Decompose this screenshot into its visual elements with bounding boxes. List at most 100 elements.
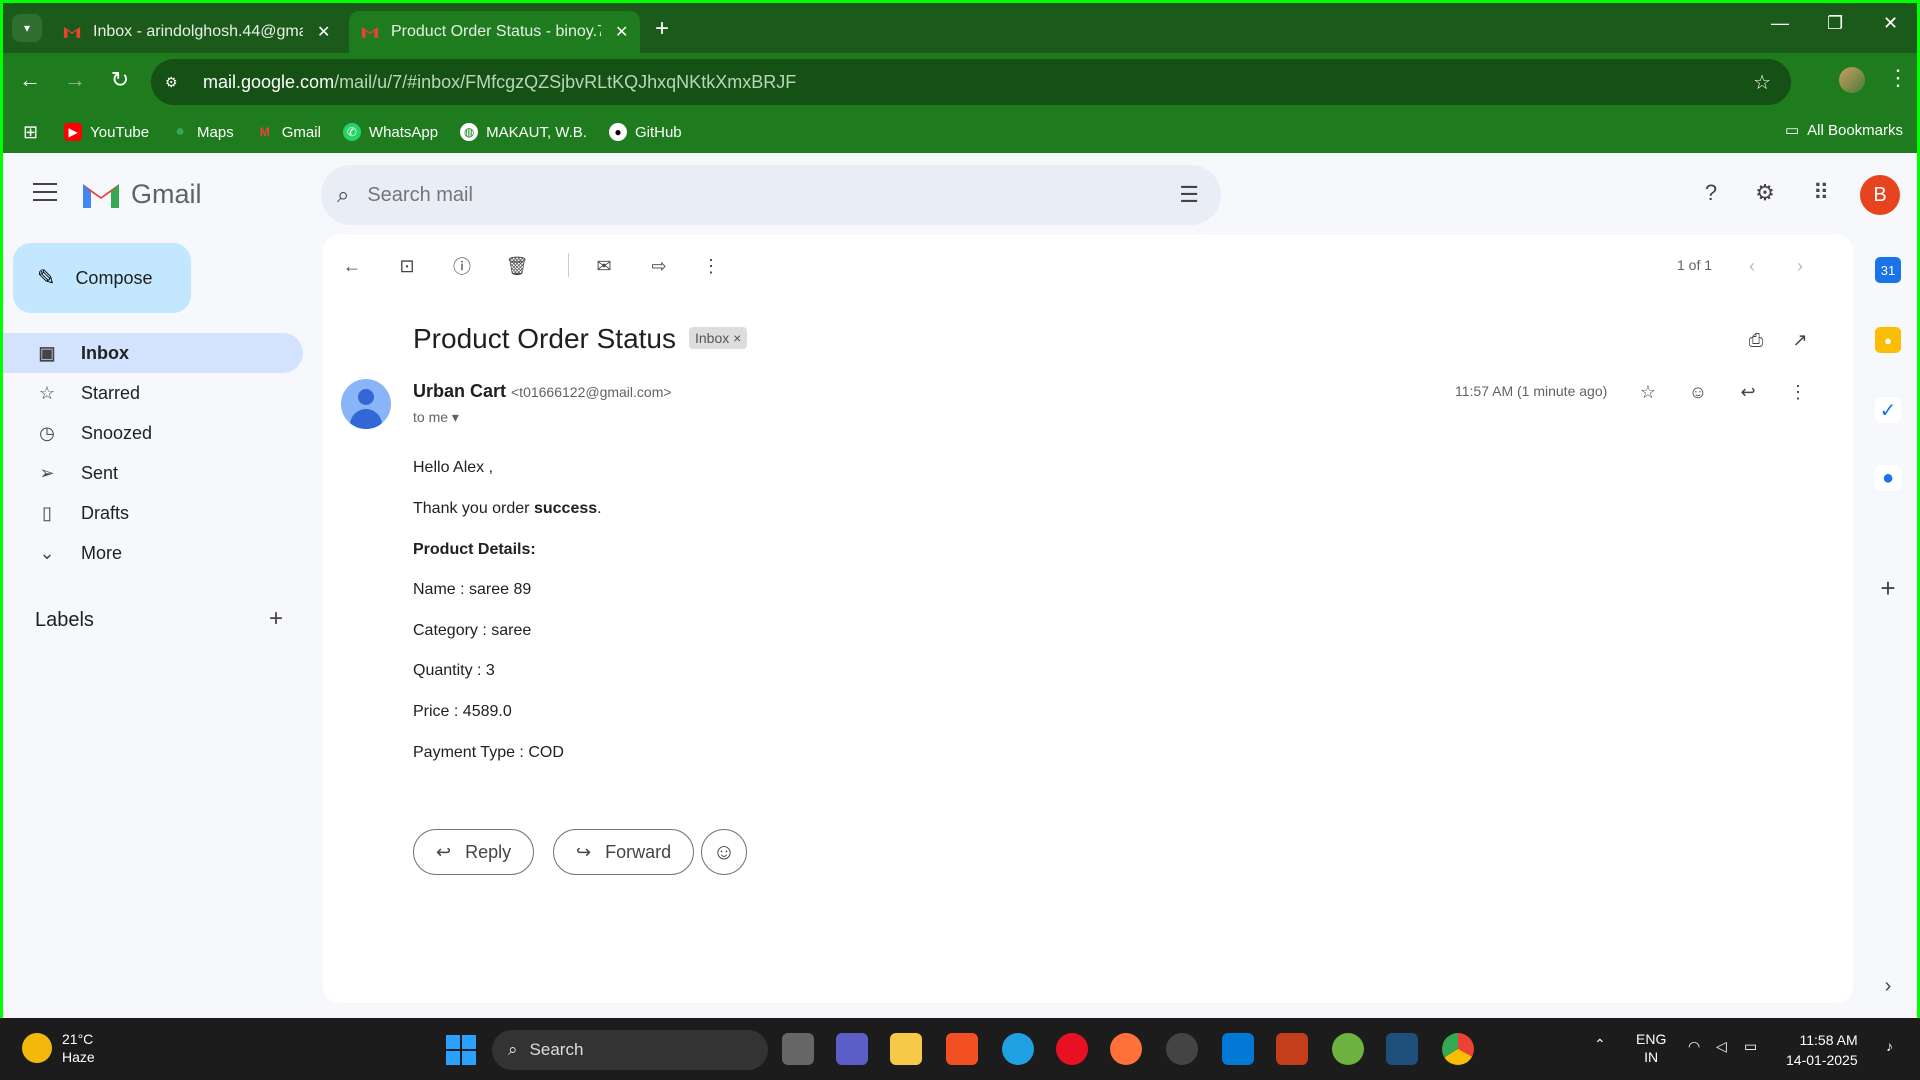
tab-bar: ▾ Inbox - arindolghosh.44@gmail ✕ Produc…: [3, 3, 1917, 53]
minimize-icon[interactable]: —: [1771, 13, 1789, 34]
recipient-details[interactable]: to me ▾: [413, 409, 459, 426]
wifi-icon[interactable]: ◠: [1688, 1038, 1700, 1055]
sidebar-item-starred[interactable]: ☆ Starred: [3, 373, 303, 413]
star-icon[interactable]: ☆: [1633, 377, 1663, 407]
file-explorer-icon[interactable]: [890, 1033, 922, 1065]
powerpoint-icon[interactable]: [1276, 1033, 1308, 1065]
add-label-icon[interactable]: +: [269, 605, 283, 633]
main-menu-icon[interactable]: [33, 183, 57, 207]
tab-product-order[interactable]: Product Order Status - binoy.78 ✕: [349, 11, 641, 53]
gmail-logo[interactable]: Gmail: [81, 179, 202, 210]
search-icon[interactable]: ⌕: [337, 182, 349, 208]
address-bar[interactable]: ⚙ mail.google.com/mail/u/7/#inbox/FMfcgz…: [151, 59, 1791, 105]
language-indicator[interactable]: ENG IN: [1636, 1030, 1666, 1066]
reply-icon[interactable]: ↩: [1733, 377, 1763, 407]
apps-grid-icon[interactable]: ⊞: [23, 122, 38, 143]
battery-icon[interactable]: ▭: [1744, 1038, 1757, 1055]
emoji-reaction-icon[interactable]: ☺: [1683, 377, 1713, 407]
move-to-icon[interactable]: ⇨: [644, 251, 674, 281]
chrome-menu-icon[interactable]: ⋮: [1887, 65, 1909, 91]
microsoft-store-icon[interactable]: [946, 1033, 978, 1065]
chevron-up-icon[interactable]: ⌃: [1594, 1036, 1606, 1053]
more-options-icon[interactable]: ⋮: [1783, 377, 1813, 407]
settings-gear-icon[interactable]: ⚙: [1749, 177, 1781, 209]
remove-label-icon[interactable]: ×: [733, 330, 741, 346]
weather-widget[interactable]: 21°C Haze: [22, 1030, 95, 1066]
reply-icon: ↩: [436, 841, 452, 862]
edge-icon[interactable]: [1002, 1033, 1034, 1065]
email-greeting: Hello Alex ,: [413, 459, 494, 476]
all-bookmarks[interactable]: ▭ All Bookmarks: [1785, 121, 1903, 140]
older-icon[interactable]: ›: [1785, 251, 1815, 281]
forward-icon[interactable]: →: [60, 67, 90, 93]
bookmark-maps[interactable]: ● Maps: [171, 123, 234, 141]
mysql-workbench-icon[interactable]: [1386, 1033, 1418, 1065]
contacts-icon[interactable]: ●: [1875, 465, 1901, 491]
show-side-panel-icon[interactable]: ›: [1875, 973, 1901, 999]
sidebar-item-sent[interactable]: ➢ Sent: [3, 453, 303, 493]
tab-search-button[interactable]: ▾: [12, 14, 42, 42]
keep-icon[interactable]: ●: [1875, 327, 1901, 353]
close-window-icon[interactable]: ✕: [1883, 13, 1898, 34]
spring-tool-icon[interactable]: [1332, 1033, 1364, 1065]
more-actions-icon[interactable]: ⋮: [696, 251, 726, 281]
sidebar-item-more[interactable]: ⌄ More: [3, 533, 303, 573]
reload-icon[interactable]: ↻: [105, 67, 135, 93]
system-clock[interactable]: 11:58 AM 14-01-2025: [1786, 1030, 1858, 1070]
back-icon[interactable]: ←: [15, 67, 45, 93]
account-avatar[interactable]: B: [1860, 175, 1900, 215]
taskbar-search[interactable]: ⌕ Search: [492, 1030, 768, 1070]
notification-bell-icon[interactable]: ♪: [1886, 1038, 1893, 1054]
archive-icon[interactable]: ⊡: [392, 251, 422, 281]
close-icon[interactable]: ✕: [615, 22, 628, 42]
sidebar-item-drafts[interactable]: ▯ Drafts: [3, 493, 303, 533]
bookmark-makaut[interactable]: ◍ MAKAUT, W.B.: [460, 123, 587, 141]
caret-down-icon[interactable]: ▾: [452, 409, 459, 425]
notepad-icon[interactable]: [1222, 1033, 1254, 1065]
bookmark-gmail[interactable]: M Gmail: [256, 123, 321, 141]
opera-icon[interactable]: [1056, 1033, 1088, 1065]
newer-icon[interactable]: ‹: [1737, 251, 1767, 281]
firefox-icon[interactable]: [1110, 1033, 1142, 1065]
search-options-icon[interactable]: ☰: [1179, 182, 1199, 208]
emoji-reaction-button[interactable]: ☺: [701, 829, 747, 875]
volume-icon[interactable]: ◁: [1716, 1038, 1727, 1055]
open-in-new-window-icon[interactable]: ↗: [1785, 325, 1815, 355]
reply-button[interactable]: ↩ Reply: [413, 829, 535, 875]
tab-inbox[interactable]: Inbox - arindolghosh.44@gmail ✕: [51, 11, 342, 53]
sidebar-item-inbox[interactable]: ▣ Inbox: [3, 333, 303, 373]
new-tab-icon[interactable]: +: [655, 15, 669, 43]
chrome-profile-avatar[interactable]: [1839, 67, 1865, 93]
print-icon[interactable]: ⎙: [1741, 325, 1771, 355]
bookmark-star-icon[interactable]: ☆: [1753, 70, 1771, 95]
back-to-inbox-icon[interactable]: ←: [337, 251, 367, 281]
tab-title: Product Order Status - binoy.78: [391, 23, 601, 40]
get-addons-icon[interactable]: +: [1875, 573, 1901, 603]
forward-button[interactable]: ↪ Forward: [553, 829, 695, 875]
windows-start-icon[interactable]: [446, 1035, 476, 1065]
sun-icon: [22, 1033, 52, 1063]
tasks-icon[interactable]: ✓: [1875, 397, 1901, 423]
help-icon[interactable]: ?: [1695, 177, 1727, 209]
site-info-icon[interactable]: ⚙: [165, 74, 185, 91]
calendar-icon[interactable]: 31: [1875, 257, 1901, 283]
chrome-icon[interactable]: [1442, 1033, 1474, 1065]
sidebar-item-snoozed[interactable]: ◷ Snoozed: [3, 413, 303, 453]
bookmark-whatsapp[interactable]: ✆ WhatsApp: [342, 123, 438, 141]
search-input[interactable]: [367, 183, 1128, 207]
maps-pin-icon: ●: [175, 123, 185, 140]
delete-icon[interactable]: 🗑: [502, 251, 532, 281]
compose-button[interactable]: ✎ Compose: [13, 243, 191, 313]
restore-icon[interactable]: ❐: [1827, 13, 1843, 34]
bookmark-youtube[interactable]: ▶ YouTube: [64, 123, 149, 141]
search-bar[interactable]: ⌕ ☰: [321, 165, 1221, 225]
dell-icon[interactable]: [1166, 1033, 1198, 1065]
apps-grid-icon[interactable]: ⠿: [1805, 177, 1837, 209]
task-view-icon[interactable]: [782, 1033, 814, 1065]
inbox-label-chip[interactable]: Inbox ×: [689, 327, 748, 349]
close-icon[interactable]: ✕: [317, 22, 330, 42]
teams-icon[interactable]: [836, 1033, 868, 1065]
bookmark-github[interactable]: ● GitHub: [608, 123, 682, 141]
mark-unread-icon[interactable]: ✉: [589, 251, 619, 281]
report-spam-icon[interactable]: ⓘ: [447, 251, 477, 281]
